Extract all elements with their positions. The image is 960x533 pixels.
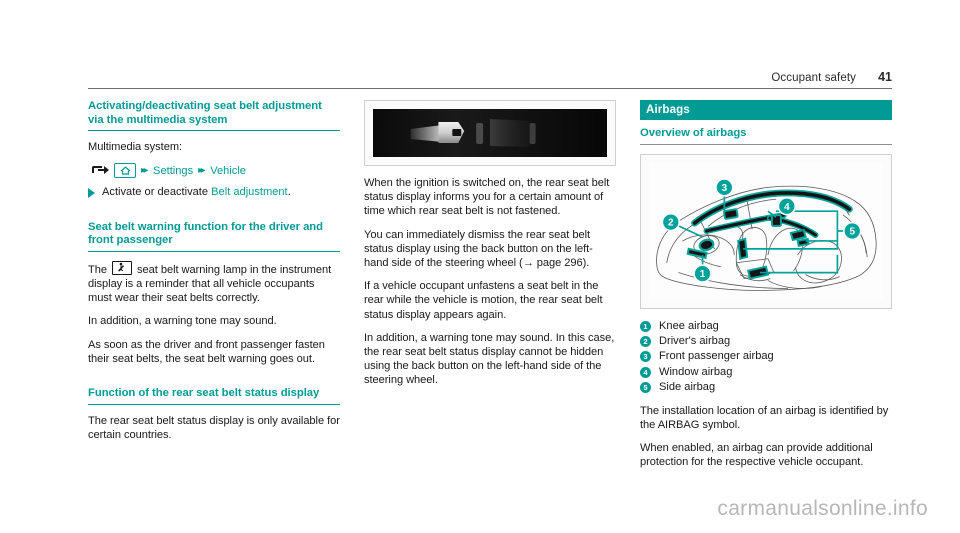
middle-paragraph-1: When the ignition is switched on, the re…	[364, 177, 610, 218]
legend-label-3: Front passenger airbag	[659, 350, 774, 363]
legend-label-2: Driver's airbag	[659, 335, 731, 347]
callout-2: 2	[661, 212, 681, 231]
left-column: Activating/deactivating seat belt adjust…	[88, 100, 340, 442]
header-divider	[88, 88, 892, 89]
page-header-chapter-title: Occupant safety	[771, 72, 856, 84]
paragraph-text-before-icon: The	[88, 263, 110, 276]
svg-text:5: 5	[850, 226, 856, 237]
path-item-settings[interactable]: Settings	[153, 164, 193, 178]
svg-text:2: 2	[668, 217, 674, 228]
section-heading-rule	[88, 130, 340, 132]
section-heading-overview-of-airbags: Overview of airbags	[640, 127, 747, 139]
multimedia-path-line: ▸▸ Settings ▸▸ Vehicle	[92, 163, 340, 179]
callout-5: 5	[843, 221, 862, 240]
section-heading-seat-belt-warning: Seat belt warning function for the drive…	[88, 220, 324, 247]
legend-item: 4 Window airbag	[640, 365, 892, 379]
section-heading-rule	[88, 403, 340, 405]
step-text-after: .	[287, 186, 291, 199]
figure-rear-seat-belt-status-display	[364, 100, 616, 166]
legend-label-4: Window airbag	[659, 365, 733, 378]
svg-text:4: 4	[784, 201, 790, 212]
rear-status-display-paragraph-1: The rear seat belt status display is onl…	[88, 414, 340, 441]
home-icon[interactable]	[114, 163, 136, 179]
seatbelt-warning-lamp-icon	[112, 260, 132, 275]
legend-marker-2: 2	[640, 336, 651, 347]
legend-item: 2 Driver's airbag	[640, 334, 892, 348]
svg-text:1: 1	[700, 269, 706, 280]
path-chevron-1-icon: ▸▸	[141, 164, 149, 176]
path-chevron-2-icon: ▸▸	[198, 164, 206, 176]
callout-3: 3	[715, 177, 734, 197]
legend-label-1: Knee airbag	[659, 319, 719, 332]
callout-4: 4	[777, 196, 797, 216]
middle-paragraph-2: You can immediately dismiss the rear sea…	[364, 228, 593, 270]
path-item-vehicle[interactable]: Vehicle	[210, 164, 246, 178]
page-columns: Activating/deactivating seat belt adjust…	[88, 100, 892, 480]
multimedia-system-intro: Multimedia system:	[88, 141, 183, 154]
step-text: Activate or deactivate Belt adjustment.	[102, 185, 291, 199]
seat-belt-warning-paragraph-1: The seat belt warning lamp in the instru…	[88, 260, 340, 306]
step-text-menu-item[interactable]: Belt adjustment	[211, 186, 287, 198]
callout-1: 1	[693, 264, 712, 283]
airbag-legend: 1 Knee airbag 2 Driver's airbag 3 Front …	[640, 319, 892, 395]
right-column: Airbags Overview of airbags 3 2 1 4 5 1 …	[640, 100, 892, 469]
page-number: 41	[878, 70, 892, 84]
airbag-paragraph-2: When enabled, an airbag can provide addi…	[640, 442, 873, 469]
middle-paragraph-4: In addition, a warning tone may sound. I…	[364, 331, 615, 387]
step-activate-deactivate: Activate or deactivate Belt adjustment.	[88, 185, 340, 199]
legend-item: 3 Front passenger airbag	[640, 349, 892, 363]
legend-label-5: Side airbag	[659, 381, 716, 394]
middle-column: When the ignition is switched on, the re…	[364, 100, 616, 388]
airbag-location-diagram: 3 2 1 4 5	[649, 162, 883, 300]
figure-airbag-overview: 3 2 1 4 5	[640, 153, 892, 309]
middle-paragraph-3: If a vehicle occupant unfastens a seat b…	[364, 280, 603, 321]
legend-item: 1 Knee airbag	[640, 319, 892, 333]
seat-belt-warning-paragraph-3: As soon as the driver and front passenge…	[88, 338, 325, 365]
airbag-paragraph-1: The installation location of an airbag i…	[640, 404, 889, 431]
legend-item: 5 Side airbag	[640, 380, 892, 394]
page-header: Occupant safety 41	[88, 70, 892, 84]
legend-marker-4: 4	[640, 366, 651, 378]
section-heading-rear-status-display: Function of the rear seat belt status di…	[88, 387, 320, 399]
legend-marker-5: 5	[640, 382, 651, 394]
section-heading-rule	[640, 143, 892, 145]
section-heading-rule	[88, 250, 340, 252]
watermark: carmanualsonline.info	[717, 497, 928, 520]
chapter-banner-airbags: Airbags	[640, 100, 892, 120]
seat-belt-warning-paragraph-2: In addition, a warning tone may sound.	[88, 315, 277, 328]
step-arrow-icon	[88, 188, 95, 199]
legend-marker-3: 3	[640, 351, 651, 363]
section-heading-activating-deactivating: Activating/deactivating seat belt adjust…	[88, 100, 322, 126]
turn-arrow-icon	[92, 165, 109, 176]
svg-text:3: 3	[722, 183, 728, 194]
legend-marker-1: 1	[640, 320, 651, 332]
step-text-before: Activate or deactivate	[102, 186, 212, 199]
rear-seat-belt-status-display-photo	[373, 109, 607, 157]
